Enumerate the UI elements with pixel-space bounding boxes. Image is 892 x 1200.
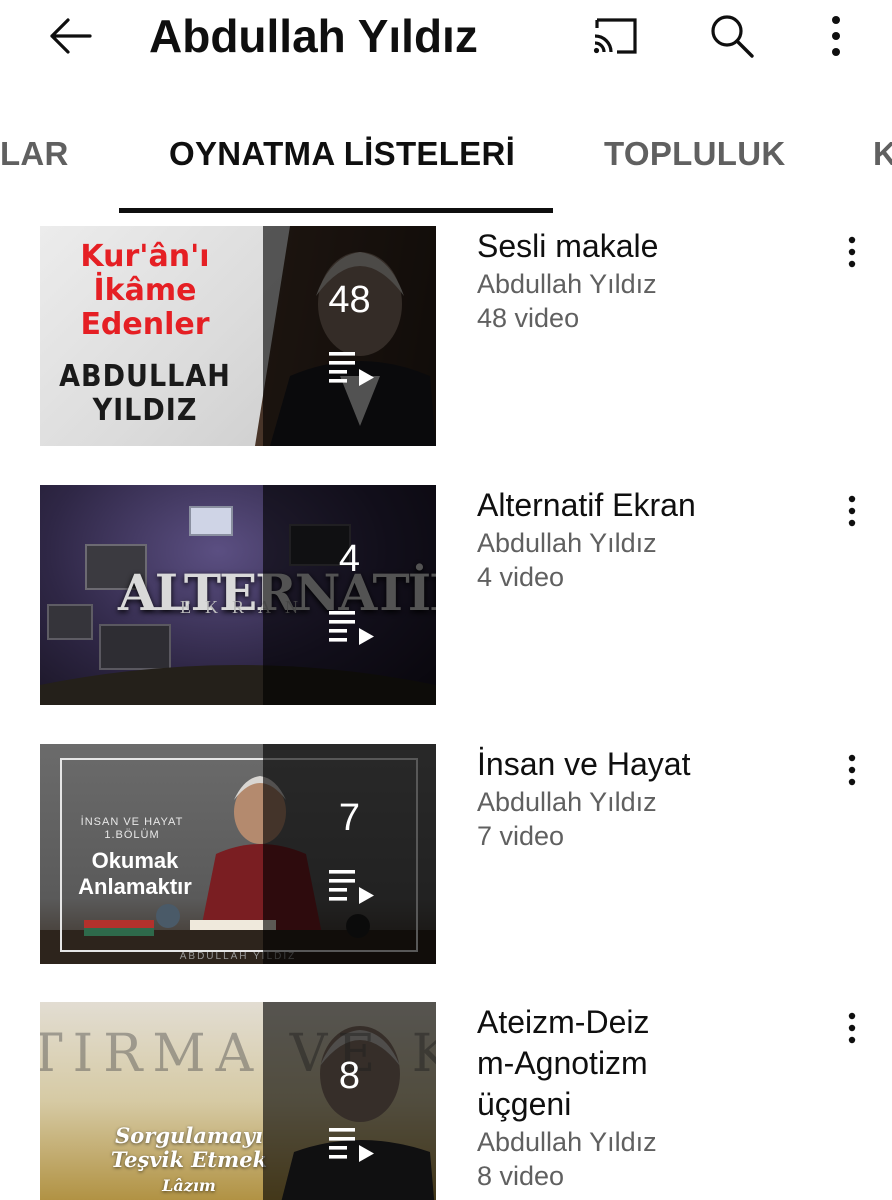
playlist-play-icon [329, 352, 374, 386]
video-count: 7 [338, 797, 361, 839]
playlist-video-count: 7 video [477, 821, 565, 851]
playlist-title[interactable]: Sesli makale [477, 226, 797, 267]
thumbnail-title-panel: Kur'ân'ı İkâme Edenler ABDULLAH YILDIZ [40, 226, 290, 446]
playlist-title-line[interactable]: Ateizm-Deiz [477, 1002, 797, 1043]
channel-playlists-screen: Abdullah Yıldız OLAR [0, 0, 892, 1200]
thumbnail-text: 1.BÖLÜM [104, 829, 160, 841]
playlist-channel: Abdullah Yıldız [477, 1127, 657, 1157]
thumbnail-text: Okumak [91, 848, 179, 873]
playlist-item[interactable]: ALTERNATİF EKRAN 4 Alternatif Ekran Abdu… [0, 485, 892, 715]
playlist-thumbnail[interactable]: İNSAN VE HAYAT 1.BÖLÜM Okumak Anlamaktır… [40, 744, 436, 964]
thumbnail-text: İNSAN VE HAYAT [80, 816, 184, 828]
playlist-play-icon [329, 611, 374, 645]
playlist-title-line[interactable]: m-Agnotizm [477, 1043, 797, 1084]
playlist-title-line[interactable]: üçgeni [477, 1084, 797, 1125]
video-count-overlay [263, 744, 436, 964]
playlist-menu-button[interactable] [828, 1006, 876, 1050]
tab-playlists[interactable]: OYNATMA LİSTELERİ [169, 132, 515, 176]
thumbnail-text: İkâme [93, 273, 197, 308]
playlist-item[interactable]: TIRMA VE KULT Sorgulamayı Teşvik Etmek L… [0, 1002, 892, 1200]
playlist-play-icon [329, 870, 374, 904]
thumbnail-text: Anlamaktır [78, 874, 192, 899]
tab-channels[interactable]: K [873, 132, 892, 176]
playlist-channel: Abdullah Yıldız [477, 787, 657, 817]
active-tab-indicator [119, 208, 553, 213]
tab-videos[interactable]: OLAR [0, 132, 69, 176]
playlist-channel: Abdullah Yıldız [477, 528, 657, 558]
thumbnail-text: YILDIZ [92, 393, 198, 428]
thumbnail-text: ABDULLAH [59, 359, 231, 394]
playlist-title[interactable]: İnsan ve Hayat [477, 744, 797, 785]
more-options-button[interactable] [800, 0, 872, 72]
playlist-info[interactable]: İnsan ve Hayat Abdullah Yıldız 7 video [477, 744, 797, 853]
channel-title: Abdullah Yıldız [149, 10, 478, 62]
more-vert-icon [848, 1012, 856, 1044]
channel-tabs: OLAR OYNATMA LİSTELERİ TOPLULUK K [0, 108, 892, 214]
playlist-info[interactable]: Sesli makale Abdullah Yıldız 48 video [477, 226, 797, 335]
top-app-bar: Abdullah Yıldız [0, 0, 892, 80]
video-count-overlay [263, 226, 436, 446]
playlist-title[interactable]: Alternatif Ekran [477, 485, 797, 526]
more-vert-icon [848, 236, 856, 268]
video-count: 8 [338, 1055, 361, 1097]
video-count: 4 [338, 538, 361, 580]
playlist-video-count: 4 video [477, 562, 565, 592]
playlist-thumbnail[interactable]: Kur'ân'ı İkâme Edenler ABDULLAH YILDIZ 4… [40, 226, 436, 446]
playlist-menu-button[interactable] [828, 489, 876, 533]
playlist-menu-button[interactable] [828, 748, 876, 792]
playlist-item[interactable]: Kur'ân'ı İkâme Edenler ABDULLAH YILDIZ 4… [0, 226, 892, 456]
playlist-video-count: 8 video [477, 1161, 565, 1191]
video-count-overlay [263, 485, 436, 705]
search-button[interactable] [696, 0, 768, 72]
playlist-info[interactable]: Alternatif Ekran Abdullah Yıldız 4 video [477, 485, 797, 594]
tab-community[interactable]: TOPLULUK [604, 132, 785, 176]
playlist-video-count: 48 video [477, 303, 580, 333]
search-icon [711, 15, 754, 58]
back-button[interactable] [34, 0, 106, 72]
playlist-channel: Abdullah Yıldız [477, 269, 657, 299]
thumbnail-text: Edenler [80, 307, 210, 342]
playlist-info[interactable]: Ateizm-Deiz m-Agnotizm üçgeni Abdullah Y… [477, 1002, 797, 1193]
playlist-thumbnail[interactable]: ALTERNATİF EKRAN 4 [40, 485, 436, 705]
playlist-thumbnail[interactable]: TIRMA VE KULT Sorgulamayı Teşvik Etmek L… [40, 1002, 436, 1200]
video-count: 48 [328, 279, 371, 321]
playlist-item[interactable]: İNSAN VE HAYAT 1.BÖLÜM Okumak Anlamaktır… [0, 744, 892, 974]
video-count-overlay [263, 1002, 436, 1200]
more-vert-icon [848, 495, 856, 527]
playlist-menu-button[interactable] [828, 230, 876, 274]
cast-icon [593, 18, 637, 54]
playlist-play-icon [329, 1128, 374, 1162]
more-vert-icon [832, 16, 840, 56]
more-vert-icon [848, 754, 856, 786]
cast-button[interactable] [578, 0, 650, 72]
back-arrow-icon [50, 18, 92, 54]
thumbnail-text: Kur'ân'ı [80, 239, 210, 274]
